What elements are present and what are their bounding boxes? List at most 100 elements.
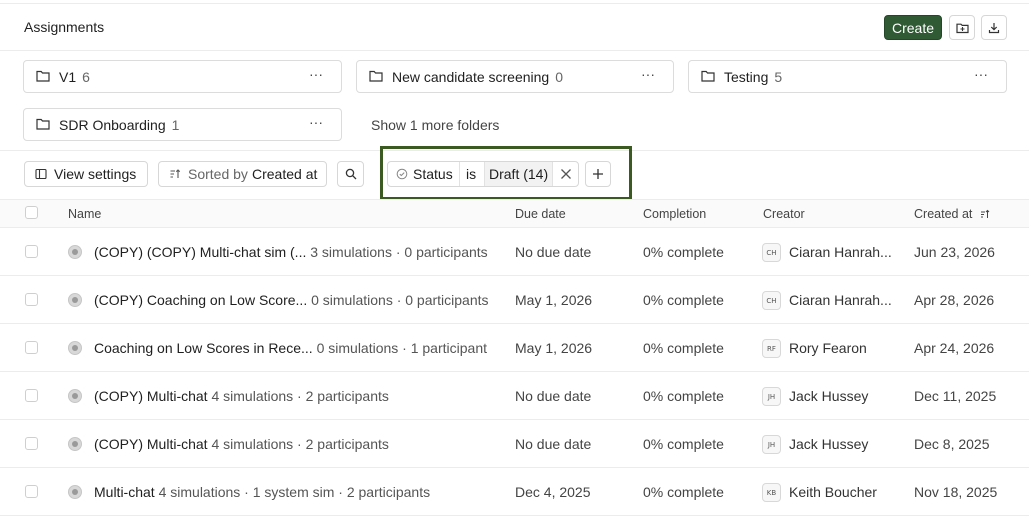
created-at: Dec 8, 2025 [914,436,990,452]
search-icon [345,168,356,180]
assignment-icon [68,341,82,355]
completion: 0% complete [643,340,724,356]
folder-label: SDR Onboarding 1 [59,117,180,133]
new-folder-button[interactable] [949,15,975,40]
assignment-icon [68,293,82,307]
row-checkbox[interactable] [25,389,38,402]
column-name[interactable]: Name [68,207,101,221]
due-date: No due date [515,244,592,260]
folder-more-button[interactable]: ··· [974,66,988,82]
assignment-name[interactable]: (COPY) (COPY) Multi-chat sim (... 3 simu… [94,244,488,260]
create-button[interactable]: Create [884,15,942,40]
created-at: Dec 11, 2025 [914,388,997,404]
table-row[interactable]: Coaching on Low Scores in Rece... 0 simu… [0,324,1029,372]
row-checkbox[interactable] [25,293,38,306]
assignment-name[interactable]: Multi-chat 4 simulations · 1 system sim … [94,484,430,500]
folder-card-testing[interactable]: Testing 5 ··· [688,60,1007,93]
folder-plus-icon [955,23,969,33]
table-row[interactable]: (COPY) Multi-chat 4 simulations · 2 part… [0,420,1029,468]
view-settings-button[interactable]: View settings [24,161,148,187]
table-row[interactable]: (COPY) Multi-chat 4 simulations · 2 part… [0,372,1029,420]
completion: 0% complete [643,292,724,308]
status-filter-chip[interactable]: Status is Draft (14) [387,161,579,187]
filter-field[interactable]: Status [388,162,460,186]
table-row[interactable]: (COPY) Coaching on Low Score... 0 simula… [0,276,1029,324]
avatar: JH [762,387,781,406]
page-title: Assignments [24,19,105,35]
sort-prefix: Sorted by [188,166,248,182]
table-header: Name Due date Completion Creator Created… [0,199,1029,228]
select-all-checkbox[interactable] [25,206,38,219]
assignment-icon [68,485,82,499]
completion: 0% complete [643,388,724,404]
page-header: Assignments Create [0,4,1029,51]
creator-name: Ciaran Hanrah... [789,244,892,260]
assignment-icon [68,245,82,259]
created-at: Apr 24, 2026 [914,340,995,356]
completion: 0% complete [643,484,724,500]
search-button[interactable] [337,161,364,187]
row-checkbox[interactable] [25,485,38,498]
creator-name: Rory Fearon [789,340,867,356]
show-more-folders-link[interactable]: Show 1 more folders [371,117,499,133]
filter-operator-label: is [466,166,477,182]
avatar: CH [762,291,781,310]
folder-icon [369,70,383,82]
assignment-name[interactable]: Coaching on Low Scores in Rece... 0 simu… [94,340,487,356]
creator-name: Jack Hussey [789,388,869,404]
row-checkbox[interactable] [25,437,38,450]
filter-value[interactable]: Draft (14) [485,162,553,186]
filter-field-label: Status [413,166,453,182]
row-checkbox[interactable] [25,245,38,258]
folder-label: V1 6 [59,69,90,85]
completion: 0% complete [643,244,724,260]
folder-icon [36,118,50,130]
status-circle-icon [396,168,408,180]
folder-label: Testing 5 [724,69,783,85]
creator-name: Jack Hussey [789,436,869,452]
table-row[interactable]: (COPY) (COPY) Multi-chat sim (... 3 simu… [0,228,1029,276]
download-button[interactable] [981,15,1007,40]
column-completion[interactable]: Completion [643,207,706,221]
due-date: May 1, 2026 [515,340,593,356]
assignment-name[interactable]: (COPY) Coaching on Low Score... 0 simula… [94,292,489,308]
creator-name: Ciaran Hanrah... [789,292,892,308]
assignment-icon [68,389,82,403]
close-icon [561,169,571,179]
download-icon [988,22,1000,33]
folder-more-button[interactable]: ··· [641,66,655,82]
folder-icon [701,70,715,82]
due-date: No due date [515,388,592,404]
remove-filter-button[interactable] [553,162,578,186]
sort-icon [170,169,181,178]
column-due-date[interactable]: Due date [515,207,566,221]
folder-more-button[interactable]: ··· [309,114,323,130]
folder-card-v1[interactable]: V1 6 ··· [23,60,342,93]
due-date: Dec 4, 2025 [515,484,591,500]
folder-label: New candidate screening 0 [392,69,564,85]
assignment-name[interactable]: (COPY) Multi-chat 4 simulations · 2 part… [94,436,389,452]
folder-more-button[interactable]: ··· [309,66,323,82]
filter-operator[interactable]: is [460,162,485,186]
assignment-name[interactable]: (COPY) Multi-chat 4 simulations · 2 part… [94,388,389,404]
column-created-at[interactable]: Created at [914,207,990,221]
folder-card-new-candidate-screening[interactable]: New candidate screening 0 ··· [356,60,674,93]
assignment-icon [68,437,82,451]
avatar: JH [762,435,781,454]
plus-icon [593,169,603,179]
table-row[interactable]: Multi-chat 4 simulations · 1 system sim … [0,468,1029,516]
sort-descending-icon [980,209,990,218]
sort-button[interactable]: Sorted by Created at [158,161,327,187]
row-checkbox[interactable] [25,341,38,354]
created-at: Apr 28, 2026 [914,292,995,308]
avatar: KB [762,483,781,502]
due-date: No due date [515,436,592,452]
avatar: RF [762,339,781,358]
created-at: Nov 18, 2025 [914,484,998,500]
folder-card-sdr-onboarding[interactable]: SDR Onboarding 1 ··· [23,108,342,141]
view-settings-label: View settings [54,166,137,182]
add-filter-button[interactable] [585,161,611,187]
sort-field: Created at [252,166,318,182]
layout-icon [35,168,47,180]
column-creator[interactable]: Creator [763,207,805,221]
